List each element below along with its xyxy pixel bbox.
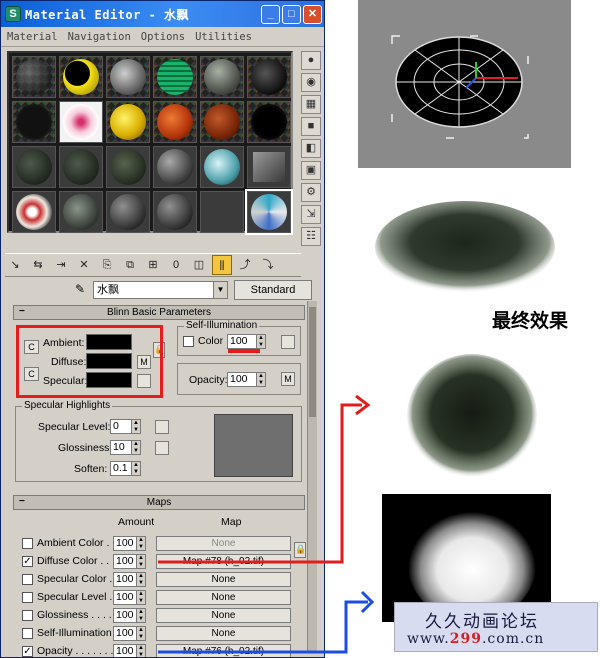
red-arrow	[158, 403, 362, 564]
annotation-arrows	[158, 394, 375, 654]
blue-arrow	[158, 600, 368, 654]
